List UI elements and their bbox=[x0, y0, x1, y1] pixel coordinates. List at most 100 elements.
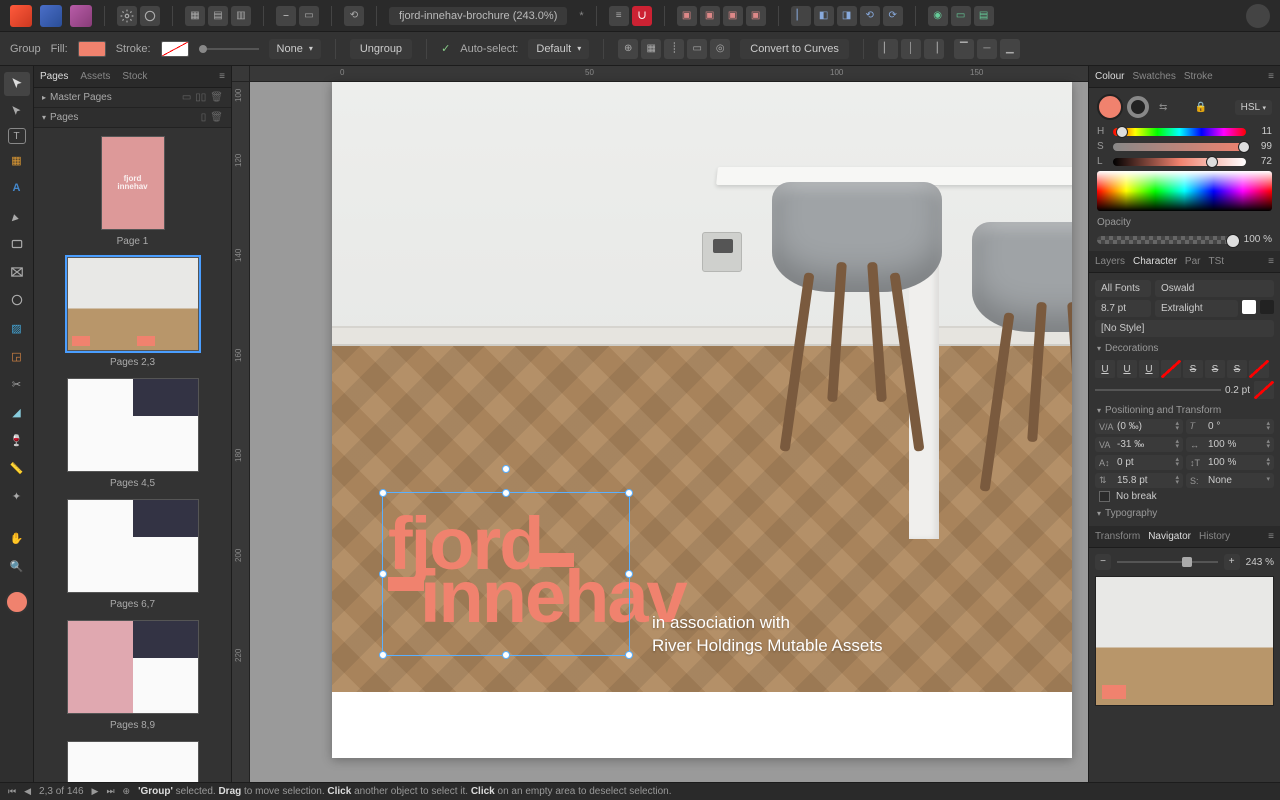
current-fill-swatch[interactable] bbox=[5, 590, 29, 614]
tab-stroke[interactable]: Stroke bbox=[1184, 71, 1213, 82]
artistic-text-tool[interactable]: A bbox=[4, 176, 30, 200]
arrange-back-icon[interactable]: ▣ bbox=[677, 6, 697, 26]
nobreak-checkbox[interactable] bbox=[1099, 491, 1110, 502]
rectangle-tool[interactable] bbox=[4, 232, 30, 256]
decorations-header[interactable]: Decorations bbox=[1095, 340, 1274, 357]
add-master-icon[interactable]: ▭ bbox=[182, 92, 191, 103]
font-weight-dropdown[interactable]: Extralight bbox=[1155, 300, 1238, 317]
prev-page-button[interactable]: ◀ bbox=[24, 786, 31, 797]
transform-origin-icon[interactable]: ▦ bbox=[641, 39, 661, 59]
align-left-icon[interactable]: ▏ bbox=[791, 6, 811, 26]
arrange-front-icon[interactable]: ▣ bbox=[746, 6, 766, 26]
convert-curves-button[interactable]: Convert to Curves bbox=[740, 39, 849, 59]
text-styles-icon[interactable]: ≡ bbox=[609, 6, 629, 26]
transform-separate-icon[interactable]: ┊ bbox=[664, 39, 684, 59]
kerning-field[interactable]: V/A(0 ‰)▴▾ bbox=[1095, 419, 1183, 434]
flip-v-icon[interactable]: ◨ bbox=[837, 6, 857, 26]
deco-reset-btn[interactable] bbox=[1254, 381, 1274, 399]
autoselect-dropdown[interactable]: Default▾ bbox=[528, 39, 589, 59]
rotate-handle[interactable] bbox=[502, 465, 510, 473]
transparency-tool[interactable]: 🍷 bbox=[4, 428, 30, 452]
page-spread[interactable]: fjord innehav in association with River … bbox=[332, 82, 1072, 758]
cycle-selection-icon[interactable]: ◎ bbox=[710, 39, 730, 59]
fill-well[interactable] bbox=[1097, 94, 1123, 120]
tab-text-styles[interactable]: TSt bbox=[1208, 256, 1224, 267]
vertical-ruler[interactable]: 100 120 140 160 180 200 220 bbox=[232, 82, 250, 782]
underline-none-btn[interactable] bbox=[1161, 360, 1181, 378]
tab-pages[interactable]: Pages bbox=[40, 71, 68, 82]
ellipse-tool[interactable] bbox=[4, 288, 30, 312]
fill-swatch[interactable] bbox=[78, 41, 106, 57]
resize-handle-tm[interactable] bbox=[502, 489, 510, 497]
next-page-button[interactable]: ▶ bbox=[92, 786, 99, 797]
resize-handle-br[interactable] bbox=[625, 651, 633, 659]
align-t-icon[interactable]: ▔ bbox=[954, 39, 974, 59]
spectrum-picker[interactable] bbox=[1097, 171, 1272, 211]
arrange-forward-icon[interactable]: ▣ bbox=[723, 6, 743, 26]
vector-crop-tool[interactable]: ◲ bbox=[4, 344, 30, 368]
toc-icon[interactable]: ▤ bbox=[974, 6, 994, 26]
tab-navigator[interactable]: Navigator bbox=[1148, 531, 1191, 542]
align-l-icon[interactable]: ▏ bbox=[878, 39, 898, 59]
font-size-field[interactable]: 8.7 pt bbox=[1095, 300, 1151, 317]
selection-marquee[interactable] bbox=[382, 492, 630, 656]
ruler-origin[interactable] bbox=[232, 66, 250, 82]
dbl-strike-btn[interactable]: S bbox=[1205, 360, 1225, 378]
horizontal-ruler[interactable]: 0 50 100 150 bbox=[250, 66, 1088, 82]
account-icon[interactable] bbox=[1246, 4, 1270, 28]
arrange-backward-icon[interactable]: ▣ bbox=[700, 6, 720, 26]
swap-colours-icon[interactable]: ⇆ bbox=[1159, 102, 1167, 113]
resize-handle-tl[interactable] bbox=[379, 489, 387, 497]
hscale-field[interactable]: ↔100 %▴▾ bbox=[1186, 437, 1274, 452]
colour-mode-dropdown[interactable]: HSL ▾ bbox=[1235, 100, 1272, 115]
leading-field[interactable]: ⇅15.8 pt▴▾ bbox=[1095, 473, 1183, 488]
view-mode-1-icon[interactable]: ▦ bbox=[185, 6, 205, 26]
pages-section-header[interactable]: ▾Pages ▯🗑 bbox=[34, 108, 231, 128]
light-slider[interactable] bbox=[1113, 158, 1246, 166]
preflight-icon[interactable]: ⟲ bbox=[344, 6, 364, 26]
page-thumb-1[interactable]: fjordinnehav bbox=[101, 136, 165, 230]
char-style-dropdown[interactable]: [No Style] bbox=[1095, 320, 1274, 337]
pen-tool[interactable] bbox=[4, 204, 30, 228]
node-tool[interactable] bbox=[4, 100, 30, 124]
page-position[interactable]: 2,3 of 146 bbox=[39, 786, 83, 797]
table-tool[interactable]: ▦ bbox=[4, 148, 30, 172]
dbl-underline-btn[interactable]: U bbox=[1117, 360, 1137, 378]
nav-menu-icon[interactable]: ≡ bbox=[1268, 531, 1274, 542]
break-field[interactable]: S:None▾ bbox=[1186, 473, 1274, 488]
pan-tool[interactable]: ✋ bbox=[4, 526, 30, 550]
persona-photo-icon[interactable] bbox=[70, 5, 92, 27]
resize-handle-bl[interactable] bbox=[379, 651, 387, 659]
tab-transform[interactable]: Transform bbox=[1095, 531, 1140, 542]
preferences-icon[interactable] bbox=[117, 6, 137, 26]
flip-h-icon[interactable]: ◧ bbox=[814, 6, 834, 26]
picture-frame-tool[interactable] bbox=[4, 260, 30, 284]
align-b-icon[interactable]: ▁ bbox=[1000, 39, 1020, 59]
add-page-icon[interactable]: ▯ bbox=[201, 112, 207, 123]
opacity-value[interactable]: 100 % bbox=[1244, 234, 1272, 245]
tracking-field[interactable]: VA-31 ‰▴▾ bbox=[1095, 437, 1183, 452]
zoom-value[interactable]: 243 % bbox=[1246, 557, 1274, 568]
rotate-ccw-icon[interactable]: ⟲ bbox=[860, 6, 880, 26]
move-tool[interactable] bbox=[4, 72, 30, 96]
persona-designer-icon[interactable] bbox=[40, 5, 62, 27]
deco-width-slider[interactable] bbox=[1095, 389, 1221, 391]
page-thumb-2-3[interactable] bbox=[67, 257, 199, 351]
shear-field[interactable]: 𝑇0 °▴▾ bbox=[1186, 419, 1274, 434]
zoom-in-button[interactable]: + bbox=[1224, 554, 1240, 570]
char-fill-swatch[interactable] bbox=[1242, 300, 1256, 314]
tab-layers[interactable]: Layers bbox=[1095, 256, 1125, 267]
master-pages-header[interactable]: ▸Master Pages ▭▯▯🗑 bbox=[34, 88, 231, 108]
preflight-status-icon[interactable]: ⊕ bbox=[123, 786, 131, 797]
crop-tool[interactable]: ✂ bbox=[4, 372, 30, 396]
strike-none-btn[interactable] bbox=[1249, 360, 1269, 378]
retouch-tool[interactable]: ✦ bbox=[4, 484, 30, 508]
autoselect-check-icon[interactable]: ✓ bbox=[441, 42, 450, 55]
view-mode-3-icon[interactable]: ▥ bbox=[231, 6, 251, 26]
insert-resource-icon[interactable]: ◉ bbox=[928, 6, 948, 26]
align-c-icon[interactable]: │ bbox=[901, 39, 921, 59]
frame-text-tool[interactable]: T bbox=[8, 128, 26, 144]
resize-handle-ml[interactable] bbox=[379, 570, 387, 578]
pages-list[interactable]: fjordinnehav Page 1 Pages 2,3 Pages 4,5 … bbox=[34, 128, 231, 782]
page-thumb-4-5[interactable] bbox=[67, 378, 199, 472]
